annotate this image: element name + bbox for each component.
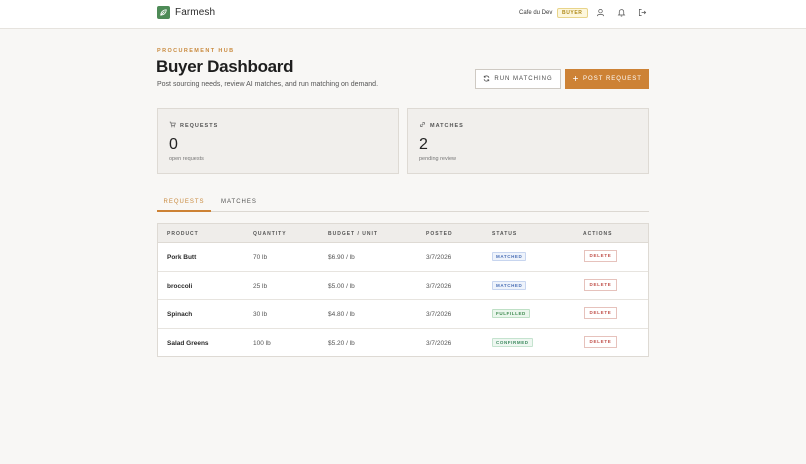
product-cell: Salad Greens: [167, 339, 209, 347]
status-badge: CONFIRMED: [492, 337, 533, 347]
delete-button[interactable]: DELETE: [584, 307, 617, 319]
posted-cell: 3/7/2026: [426, 254, 452, 261]
column-header-budget: BUDGET / UNIT: [328, 231, 378, 237]
requests-stat-caption: open requests: [169, 156, 204, 162]
matches-stat-label: MATCHES: [430, 122, 464, 129]
column-header-status: STATUS: [492, 231, 518, 237]
matches-stat-caption: pending review: [419, 156, 456, 162]
run-matching-label: RUN MATCHING: [494, 76, 553, 82]
posted-cell: 3/7/2026: [426, 339, 452, 347]
requests-stat-value: 0: [169, 136, 178, 153]
status-badge: MATCHED: [492, 280, 527, 290]
brand-name[interactable]: Farmesh: [175, 7, 215, 18]
requests-table: PRODUCT QUANTITY BUDGET / UNIT POSTED ST…: [157, 223, 649, 357]
product-cell: broccoli: [167, 282, 193, 290]
table-header: PRODUCT QUANTITY BUDGET / UNIT POSTED ST…: [158, 224, 648, 243]
quantity-cell: 100 lb: [253, 339, 271, 347]
table-row: broccoli 25 lb $5.00 / lb 3/7/2026 MATCH…: [158, 272, 648, 300]
account-name: Cafe du Dev: [519, 10, 553, 16]
link-icon: [419, 121, 426, 130]
posted-cell: 3/7/2026: [426, 282, 452, 290]
quantity-cell: 30 lb: [253, 311, 268, 318]
requests-stat-header: REQUESTS: [169, 121, 218, 130]
column-header-quantity: QUANTITY: [253, 231, 287, 237]
matches-stat-card: MATCHES 2 pending review: [407, 108, 649, 174]
section-eyebrow: PROCUREMENT HUB: [157, 48, 235, 54]
budget-cell: $6.90 / lb: [328, 254, 355, 261]
leaf-icon[interactable]: [157, 6, 170, 19]
top-navigation-bar: Farmesh Cafe du Dev BUYER: [0, 0, 806, 29]
quantity-cell: 70 lb: [253, 254, 268, 261]
delete-button[interactable]: DELETE: [584, 335, 617, 348]
table-row: Salad Greens 100 lb $5.20 / lb 3/7/2026 …: [158, 329, 648, 358]
status-badge: MATCHED: [492, 252, 527, 261]
requests-stat-card: REQUESTS 0 open requests: [157, 108, 399, 174]
quantity-cell: 25 lb: [253, 282, 268, 290]
cart-icon: [169, 121, 176, 130]
product-cell: Pork Butt: [167, 254, 197, 261]
plus-icon: [572, 75, 579, 84]
status-badge: FULFILLED: [492, 309, 530, 318]
budget-cell: $5.20 / lb: [328, 339, 355, 347]
role-badge: BUYER: [557, 8, 588, 18]
page-title: Buyer Dashboard: [156, 57, 294, 76]
tab-requests[interactable]: REQUESTS: [157, 195, 211, 212]
column-header-posted: POSTED: [426, 231, 453, 237]
dashboard-tabs: REQUESTS MATCHES: [157, 195, 649, 212]
column-header-product: PRODUCT: [167, 231, 199, 237]
matches-stat-value: 2: [419, 136, 428, 153]
delete-button[interactable]: DELETE: [584, 278, 617, 291]
post-request-button[interactable]: POST REQUEST: [565, 69, 649, 89]
user-icon[interactable]: [596, 8, 605, 17]
table-row: Spinach 30 lb $4.80 / lb 3/7/2026 FULFIL…: [158, 300, 648, 329]
bell-icon[interactable]: [617, 8, 626, 17]
budget-cell: $5.00 / lb: [328, 282, 355, 290]
run-matching-button[interactable]: RUN MATCHING: [475, 69, 561, 89]
delete-button[interactable]: DELETE: [584, 250, 617, 262]
logout-icon[interactable]: [638, 8, 647, 17]
column-header-actions: ACTIONS: [583, 231, 613, 237]
page-subtitle: Post sourcing needs, review AI matches, …: [157, 81, 379, 88]
requests-stat-label: REQUESTS: [180, 122, 219, 129]
budget-cell: $4.80 / lb: [328, 311, 355, 318]
matches-stat-header: MATCHES: [419, 121, 464, 130]
post-request-label: POST REQUEST: [583, 76, 642, 82]
posted-cell: 3/7/2026: [426, 311, 452, 318]
tab-matches[interactable]: MATCHES: [221, 195, 257, 212]
product-cell: Spinach: [167, 311, 193, 318]
table-row: Pork Butt 70 lb $6.90 / lb 3/7/2026 MATC…: [158, 243, 648, 272]
refresh-icon: [483, 75, 490, 84]
